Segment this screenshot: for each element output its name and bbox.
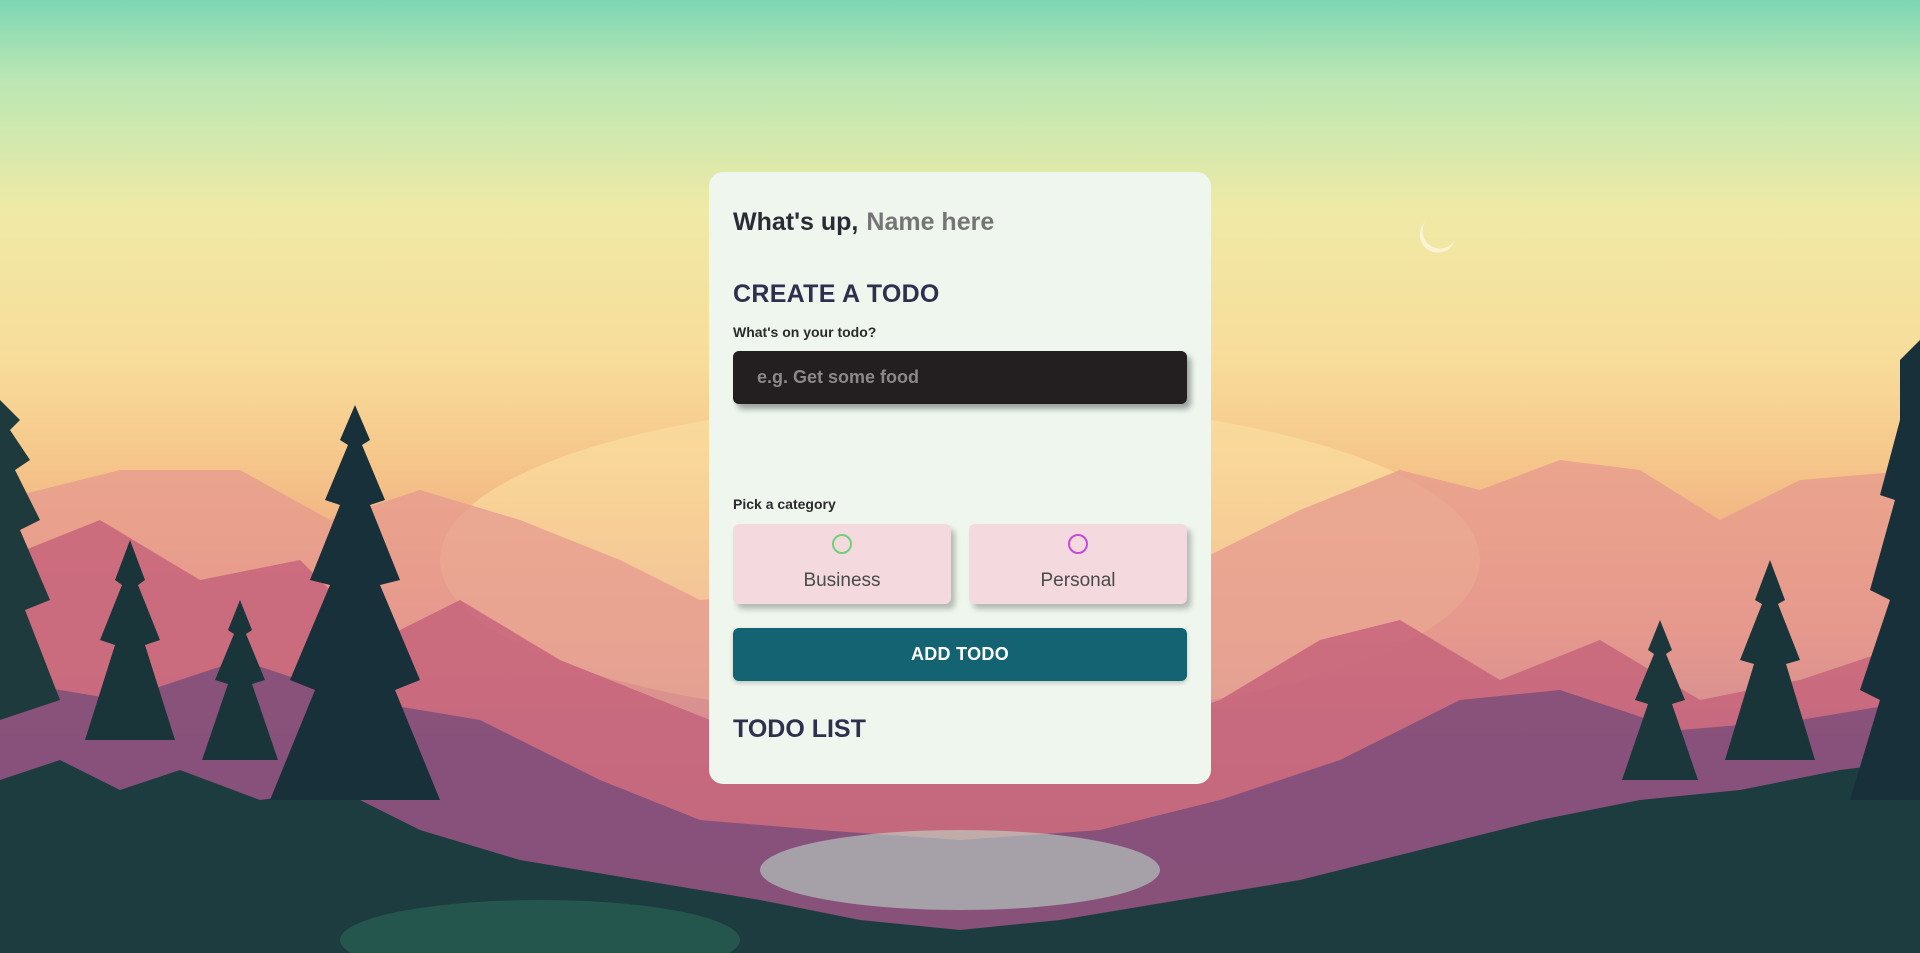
name-input[interactable] (866, 208, 1067, 237)
category-label: Pick a category (733, 496, 836, 512)
category-option-business[interactable]: Business (733, 524, 951, 604)
todo-input[interactable] (733, 351, 1187, 404)
greeting-text: What's up, (733, 208, 859, 236)
category-option-personal[interactable]: Personal (969, 524, 1187, 604)
todo-list-heading: TODO LIST (733, 715, 866, 743)
category-option-label: Business (803, 570, 881, 591)
personal-radio[interactable] (1068, 534, 1088, 554)
todo-card: What's up, CREATE A TODO What's on your … (709, 172, 1211, 784)
create-todo-heading: CREATE A TODO (733, 280, 940, 308)
category-option-label: Personal (1040, 570, 1116, 591)
business-radio[interactable] (832, 534, 852, 554)
add-todo-button[interactable]: ADD TODO (733, 628, 1187, 681)
todo-input-label: What's on your todo? (733, 324, 877, 340)
greeting: What's up, (733, 208, 1067, 237)
